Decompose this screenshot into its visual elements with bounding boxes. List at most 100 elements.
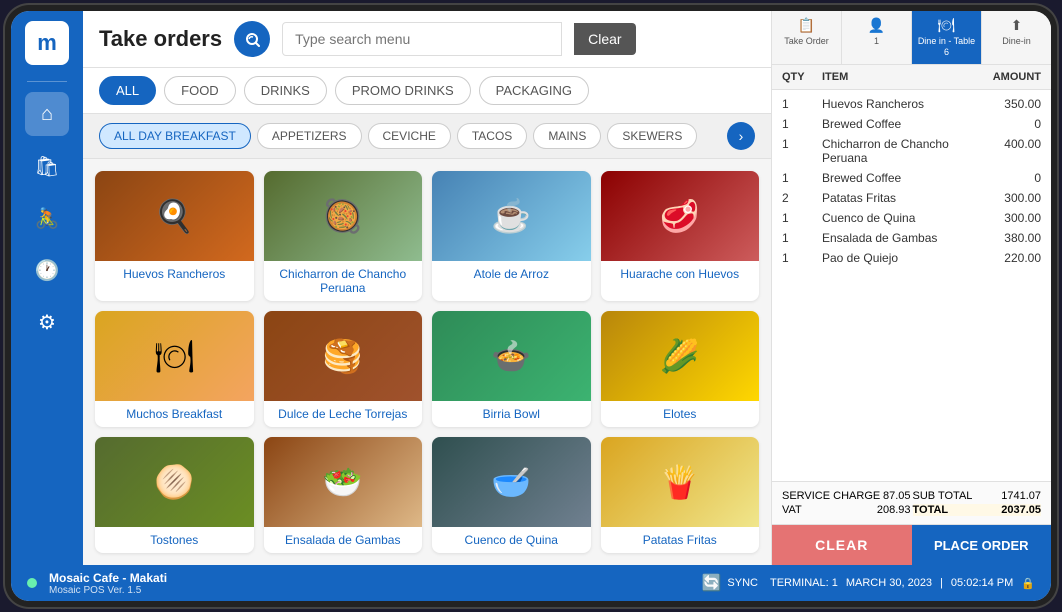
menu-item-image: 🥩 [601, 171, 760, 261]
rp-tab-takeorder[interactable]: 📋 Take Order [772, 11, 842, 64]
menu-item-image: 🥣 [432, 437, 591, 527]
rp-tab-person[interactable]: 👤 1 [842, 11, 912, 64]
menu-item-name: Patatas Fritas [601, 527, 760, 553]
order-item[interactable]: 1 Brewed Coffee 0 [772, 168, 1051, 188]
menu-item-name: Elotes [601, 401, 760, 427]
vat-value: 208.93 [877, 504, 911, 516]
right-panel: 📋 Take Order 👤 1 🍽 Dine in - Table 6 ⬆ D… [771, 11, 1051, 565]
category-tabs: ALL FOOD DRINKS PROMO DRINKS PACKAGING [83, 68, 771, 114]
order-item-amount: 380.00 [961, 231, 1041, 245]
sub-tab-ceviche[interactable]: CEVICHE [368, 123, 451, 149]
order-item-qty: 1 [782, 251, 822, 265]
menu-item[interactable]: 🥣 Cuenco de Quina [432, 437, 591, 553]
menu-item[interactable]: 🍳 Huevos Rancheros [95, 171, 254, 301]
order-item-name: Pao de Quiejo [822, 251, 961, 265]
search-input[interactable] [282, 22, 562, 56]
rp-tab-dineup[interactable]: ⬆ Dine-in [982, 11, 1051, 64]
sub-tab-mains[interactable]: MAINS [533, 123, 601, 149]
menu-item-name: Birria Bowl [432, 401, 591, 427]
sub-tab-tacos[interactable]: TACOS [457, 123, 527, 149]
sub-tab-appetizers[interactable]: APPETIZERS [257, 123, 362, 149]
order-item-qty: 1 [782, 231, 822, 245]
menu-item[interactable]: 🍲 Birria Bowl [432, 311, 591, 427]
search-bar [282, 22, 562, 56]
clear-order-button[interactable]: CLEAR [772, 525, 912, 565]
page-title: Take orders [99, 26, 222, 52]
menu-item[interactable]: 🥩 Huarache con Huevos [601, 171, 760, 301]
menu-item[interactable]: 🍽 Muchos Breakfast [95, 311, 254, 427]
terminal-info: TERMINAL: 1 [770, 577, 838, 589]
sub-tab-all-day-breakfast[interactable]: ALL DAY BREAKFAST [99, 123, 251, 149]
order-item-qty: 2 [782, 191, 822, 205]
menu-item[interactable]: 🌽 Elotes [601, 311, 760, 427]
order-item-amount: 0 [961, 171, 1041, 185]
sidebar-item-clock[interactable]: 🕐 [25, 248, 69, 292]
sidebar-item-home[interactable]: ⌂ [25, 92, 69, 136]
app-logo: m [25, 21, 69, 65]
menu-item[interactable]: ☕ Atole de Arroz [432, 171, 591, 301]
total-value: 2037.05 [1001, 504, 1041, 516]
dineup-label: Dine-in [1002, 36, 1031, 47]
order-item[interactable]: 1 Brewed Coffee 0 [772, 114, 1051, 134]
service-charge-value: 87.05 [883, 490, 911, 502]
sidebar-item-shopping[interactable]: 🛍 [25, 144, 69, 188]
dineup-icon: ⬆ [1011, 17, 1023, 34]
menu-item[interactable]: 🥗 Ensalada de Gambas [264, 437, 423, 553]
order-item-amount: 0 [961, 117, 1041, 131]
menu-item-name: Chicharron de Chancho Peruana [264, 261, 423, 301]
order-item-qty: 1 [782, 211, 822, 225]
rp-tab-dinein[interactable]: 🍽 Dine in - Table 6 [912, 11, 982, 64]
sync-label: SYNC [727, 577, 758, 589]
menu-item-name: Tostones [95, 527, 254, 553]
order-item-name: Patatas Fritas [822, 191, 961, 205]
order-item[interactable]: 1 Pao de Quiejo 220.00 [772, 248, 1051, 268]
place-order-button[interactable]: PLACE ORDER [912, 525, 1052, 565]
sub-tab-arrow[interactable]: › [727, 122, 755, 150]
order-totals: SERVICE CHARGE 87.05 SUB TOTAL 1741.07 V… [772, 481, 1051, 524]
menu-item-image: 🌽 [601, 311, 760, 401]
person-icon: 👤 [868, 17, 885, 34]
order-actions: CLEAR PLACE ORDER [772, 524, 1051, 565]
order-item[interactable]: 1 Cuenco de Quina 300.00 [772, 208, 1051, 228]
subtotal-row: SUB TOTAL 1741.07 [913, 490, 1042, 502]
order-item-amount: 300.00 [961, 211, 1041, 225]
order-item[interactable]: 2 Patatas Fritas 300.00 [772, 188, 1051, 208]
sub-tab-skewers[interactable]: SKEWERS [607, 123, 697, 149]
menu-item-name: Huarache con Huevos [601, 261, 760, 287]
order-item[interactable]: 1 Ensalada de Gambas 380.00 [772, 228, 1051, 248]
menu-item[interactable]: 🍟 Patatas Fritas [601, 437, 760, 553]
menu-item[interactable]: 🥞 Dulce de Leche Torrejas [264, 311, 423, 427]
cat-tab-drinks[interactable]: DRINKS [244, 76, 327, 105]
vat-row: VAT 208.93 [782, 504, 911, 516]
cafe-name: Mosaic Cafe - Makati [49, 571, 167, 585]
menu-item-name: Ensalada de Gambas [264, 527, 423, 553]
service-charge-label: SERVICE CHARGE [782, 490, 880, 502]
order-item-name: Brewed Coffee [822, 171, 961, 185]
sub-total-value: 1741.07 [1001, 490, 1041, 502]
cat-tab-promo-drinks[interactable]: PROMO DRINKS [335, 76, 471, 105]
cat-tab-food[interactable]: FOOD [164, 76, 236, 105]
total-label: TOTAL [913, 504, 949, 516]
cat-tab-all[interactable]: ALL [99, 76, 156, 105]
separator: | [940, 577, 943, 589]
menu-item-image: 🍳 [95, 171, 254, 261]
cat-tab-packaging[interactable]: PACKAGING [479, 76, 589, 105]
clear-search-button[interactable]: Clear [574, 23, 635, 55]
bottom-right-info: TERMINAL: 1 MARCH 30, 2023 | 05:02:14 PM… [770, 577, 1035, 590]
menu-item-image: 🍲 [432, 311, 591, 401]
order-item[interactable]: 1 Huevos Rancheros 350.00 [772, 94, 1051, 114]
order-item[interactable]: 1 Chicharron de Chancho Peruana 400.00 [772, 134, 1051, 168]
menu-item[interactable]: 🥘 Chicharron de Chancho Peruana [264, 171, 423, 301]
menu-item-name: Atole de Arroz [432, 261, 591, 287]
order-items-list: 1 Huevos Rancheros 350.00 1 Brewed Coffe… [772, 90, 1051, 481]
lock-icon: 🔒 [1021, 577, 1035, 590]
order-item-amount: 220.00 [961, 251, 1041, 265]
cafe-version: Mosaic POS Ver. 1.5 [49, 585, 167, 596]
menu-item[interactable]: 🫓 Tostones [95, 437, 254, 553]
sidebar-item-settings[interactable]: ⚙ [25, 300, 69, 344]
sidebar-item-delivery[interactable]: 🚴 [25, 196, 69, 240]
menu-grid: 🍳 Huevos Rancheros 🥘 Chicharron de Chanc… [83, 159, 771, 565]
search-icon-button[interactable] [234, 21, 270, 57]
order-item-qty: 1 [782, 117, 822, 131]
order-item-qty: 1 [782, 137, 822, 165]
